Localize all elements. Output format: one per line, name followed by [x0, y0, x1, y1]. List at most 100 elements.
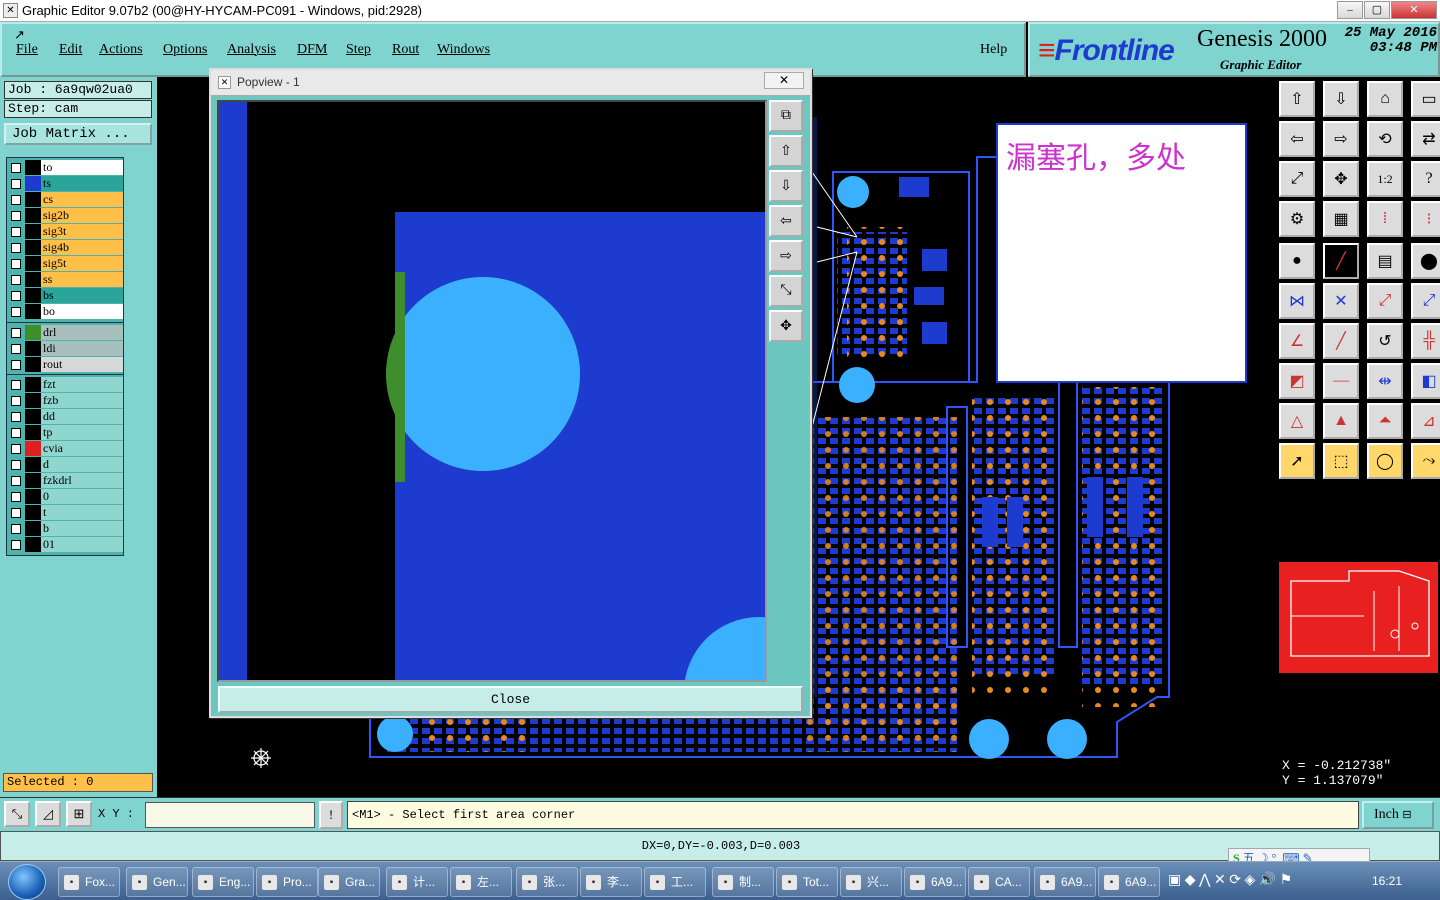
dot-icon[interactable]: ⬤: [1411, 243, 1440, 279]
tray-icons[interactable]: ▣ ◆ ⋀ ✕ ⟳ ◈ 🔊 ⚑: [1168, 872, 1292, 889]
taskbar-item[interactable]: ▪ 兴...: [840, 867, 902, 897]
layer-name[interactable]: tp: [41, 425, 123, 440]
layer-row-to[interactable]: to: [7, 160, 125, 176]
window-icon[interactable]: ▭: [1411, 81, 1440, 117]
layer-row-tp[interactable]: tp: [7, 425, 125, 441]
minimize-button[interactable]: –: [1337, 1, 1363, 19]
layer-name[interactable]: to: [41, 160, 123, 175]
layer-name[interactable]: fzt: [41, 377, 123, 392]
select-net-icon[interactable]: ⤳: [1411, 443, 1440, 479]
split-icon[interactable]: ╬: [1411, 323, 1440, 359]
start-button[interactable]: [8, 864, 46, 900]
layer-row-ts[interactable]: ts: [7, 176, 125, 192]
layer-name[interactable]: ss: [41, 272, 123, 287]
cross-icon[interactable]: ✕: [1323, 283, 1359, 319]
layer-name[interactable]: d: [41, 457, 123, 472]
horizontal-line-icon[interactable]: ―: [1323, 363, 1359, 399]
layer-checkbox[interactable]: [11, 179, 21, 189]
layer-name[interactable]: dd: [41, 409, 123, 424]
layer-checkbox[interactable]: [11, 211, 21, 221]
layers-red-icon[interactable]: ⁞: [1367, 201, 1403, 237]
pan-right-icon[interactable]: ⇨: [1323, 121, 1359, 157]
layer-row-01[interactable]: 01: [7, 537, 125, 553]
triangle-icon[interactable]: △: [1279, 403, 1315, 439]
menu-actions[interactable]: Actions: [99, 42, 143, 58]
taskbar-item[interactable]: ▪ 计...: [386, 867, 448, 897]
grid-icon[interactable]: ▦: [1323, 201, 1359, 237]
popview-viewport[interactable]: [217, 100, 767, 682]
layer-checkbox[interactable]: [11, 540, 21, 550]
layer-row-t[interactable]: t: [7, 505, 125, 521]
popview-zoom-out-icon[interactable]: ⤡: [769, 275, 803, 307]
overview-minimap[interactable]: [1279, 486, 1438, 674]
popview-pan-down-icon[interactable]: ⇩: [769, 170, 803, 202]
layer-checkbox[interactable]: [11, 275, 21, 285]
settings-icon[interactable]: ⚙: [1279, 201, 1315, 237]
layer-name[interactable]: ts: [41, 176, 123, 191]
taskbar-item[interactable]: ▪ Eng...: [192, 867, 254, 897]
layer-checkbox[interactable]: [11, 396, 21, 406]
select-box-icon[interactable]: ⬚: [1323, 443, 1359, 479]
taskbar-item[interactable]: ▪ 制...: [712, 867, 774, 897]
popview-pan-right-icon[interactable]: ⇨: [769, 240, 803, 272]
menu-edit[interactable]: Edit: [59, 42, 82, 58]
mirror-icon[interactable]: ⇄: [1411, 121, 1440, 157]
taskbar-item[interactable]: ▪ 6A9...: [1034, 867, 1096, 897]
popview-pan-up-icon[interactable]: ⇧: [769, 135, 803, 167]
connect-alt-icon[interactable]: ⤢: [1411, 283, 1440, 319]
menu-dfm[interactable]: DFM: [297, 42, 327, 58]
measure-icon[interactable]: ⇹: [1367, 363, 1403, 399]
layer-row-b[interactable]: b: [7, 521, 125, 537]
net-icon[interactable]: ⋈: [1279, 283, 1315, 319]
angle-icon[interactable]: ∠: [1279, 323, 1315, 359]
layer-row-fzkdrl[interactable]: fzkdrl: [7, 473, 125, 489]
job-matrix-button[interactable]: Job Matrix ...: [4, 123, 152, 145]
line-color-icon[interactable]: ╱: [1323, 243, 1359, 279]
taskbar-item[interactable]: ▪ 左...: [450, 867, 512, 897]
layer-name[interactable]: 0: [41, 489, 123, 504]
menu-windows[interactable]: Windows: [437, 42, 490, 58]
layer-name[interactable]: drl: [41, 325, 123, 340]
layer-row-ss[interactable]: ss: [7, 272, 125, 288]
rotate-icon[interactable]: ⟲: [1367, 121, 1403, 157]
connect-icon[interactable]: ⤢: [1367, 283, 1403, 319]
layer-checkbox[interactable]: [11, 344, 21, 354]
xy-input[interactable]: [145, 802, 315, 828]
popview-titlebar[interactable]: ✕ Popview - 1 ✕: [211, 70, 810, 96]
menu-analysis[interactable]: Analysis: [227, 42, 276, 58]
scale-icon[interactable]: ◿: [35, 801, 61, 827]
layer-row-fzb[interactable]: fzb: [7, 393, 125, 409]
layer-checkbox[interactable]: [11, 328, 21, 338]
layer-row-sig5t[interactable]: sig5t: [7, 256, 125, 272]
alert-icon[interactable]: !: [319, 801, 343, 829]
popview-zoom-fit-icon[interactable]: ⧉: [769, 100, 803, 132]
maximize-button[interactable]: ▢: [1364, 1, 1390, 19]
home-icon[interactable]: ⌂: [1367, 81, 1403, 117]
layer-row-bs[interactable]: bs: [7, 288, 125, 304]
ruler-icon[interactable]: ▤: [1367, 243, 1403, 279]
scale-1-2-icon[interactable]: 1:2: [1367, 161, 1403, 197]
taskbar-item[interactable]: ▪ Pro...: [256, 867, 318, 897]
slash-icon[interactable]: ╱: [1323, 323, 1359, 359]
popview-zoom-in-icon[interactable]: ✥: [769, 310, 803, 342]
layer-checkbox[interactable]: [11, 444, 21, 454]
taskbar-item[interactable]: ▪ 张...: [516, 867, 578, 897]
layer-row-d[interactable]: d: [7, 457, 125, 473]
triangle-4-icon[interactable]: ⊿: [1411, 403, 1440, 439]
resize-icon[interactable]: ⤡: [4, 801, 30, 827]
layer-name[interactable]: cs: [41, 192, 123, 207]
shapes-icon[interactable]: ◧: [1411, 363, 1440, 399]
select-circle-icon[interactable]: ◯: [1367, 443, 1403, 479]
layer-checkbox[interactable]: [11, 291, 21, 301]
popview-close-x-button[interactable]: ✕: [764, 72, 804, 89]
layer-name[interactable]: ldi: [41, 341, 123, 356]
layer-checkbox[interactable]: [11, 508, 21, 518]
layer-name[interactable]: sig4b: [41, 240, 123, 255]
menu-help[interactable]: Help: [980, 42, 1007, 58]
layer-checkbox[interactable]: [11, 492, 21, 502]
layer-row-dd[interactable]: dd: [7, 409, 125, 425]
layer-checkbox[interactable]: [11, 460, 21, 470]
menu-step[interactable]: Step: [346, 42, 371, 58]
layer-checkbox[interactable]: [11, 259, 21, 269]
layer-checkbox[interactable]: [11, 195, 21, 205]
